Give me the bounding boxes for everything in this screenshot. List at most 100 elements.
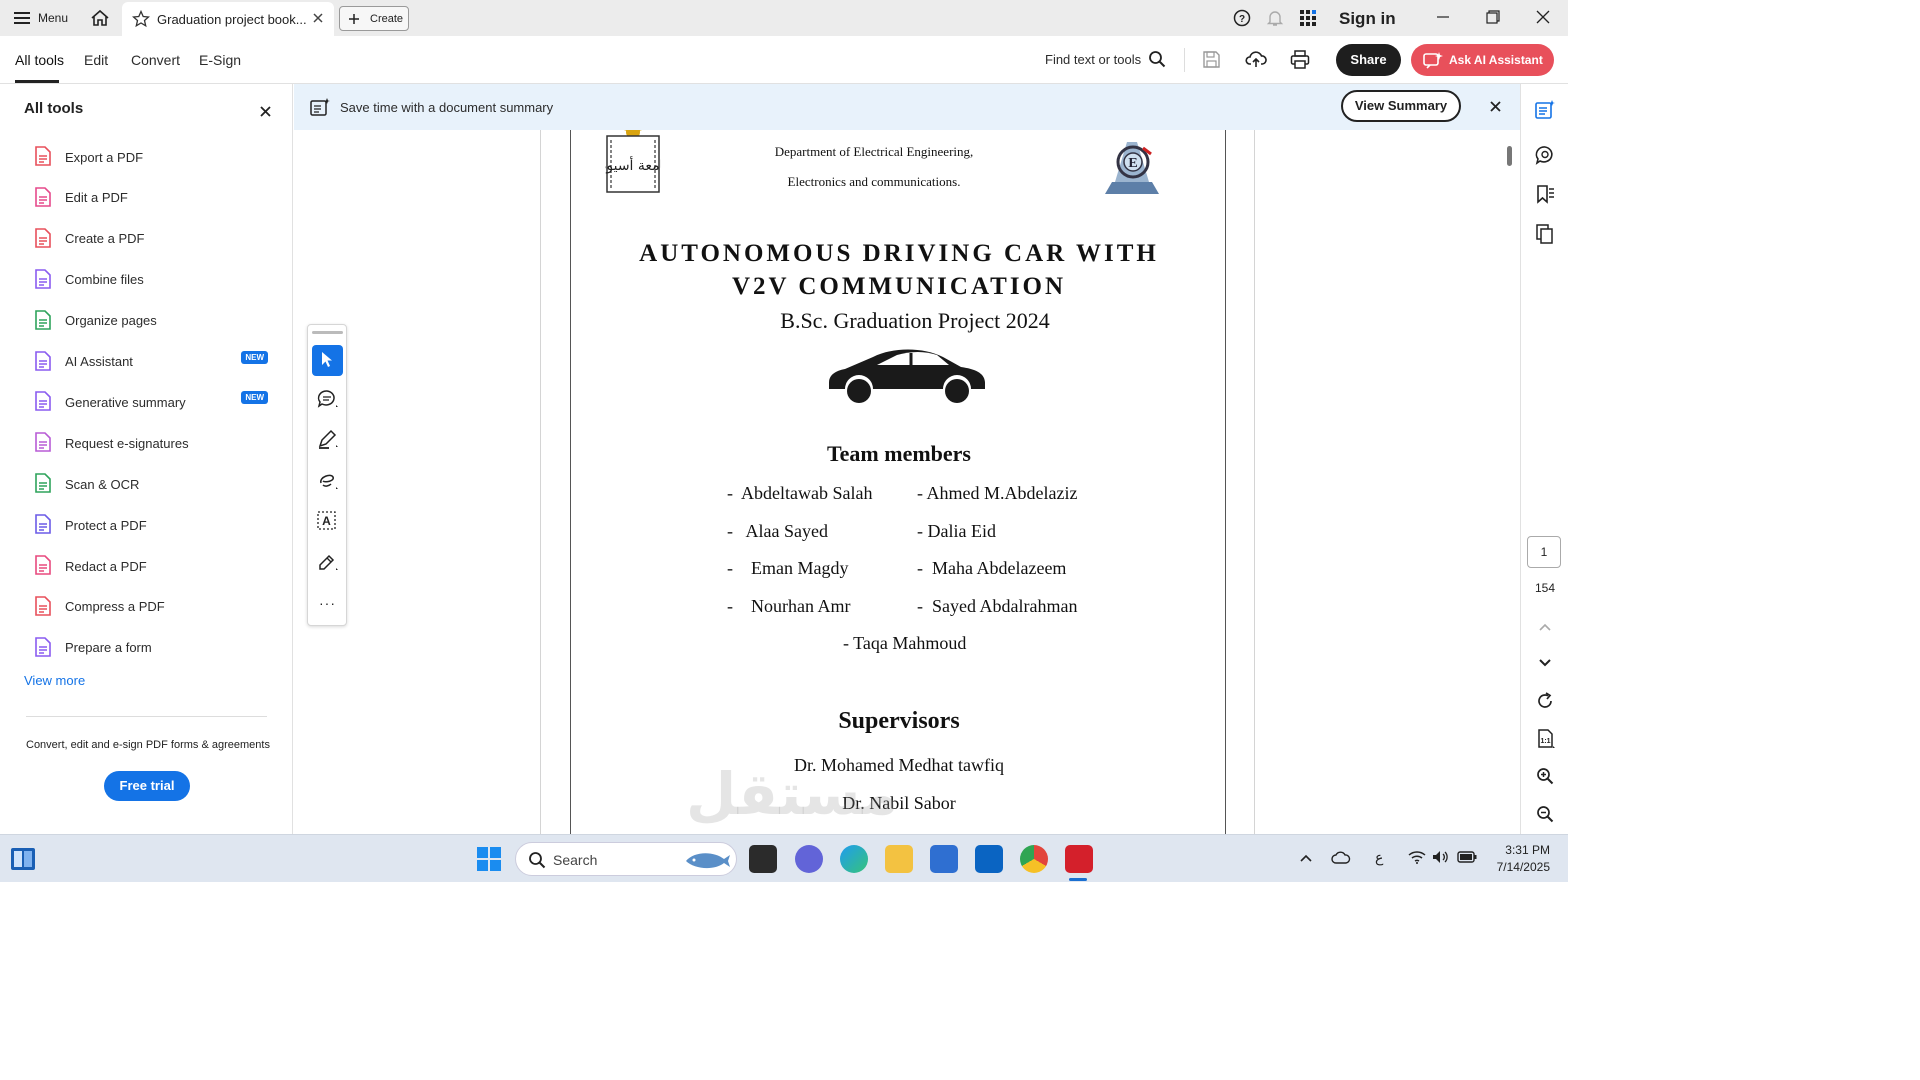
page-thumbnails-icon[interactable] bbox=[1535, 224, 1555, 244]
page-margin-right bbox=[1226, 130, 1255, 834]
rotate-icon[interactable] bbox=[1536, 692, 1554, 710]
sign-in-link[interactable]: Sign in bbox=[1339, 9, 1396, 29]
zoom-in-icon[interactable] bbox=[1536, 767, 1554, 785]
free-trial-button[interactable]: Free trial bbox=[104, 771, 190, 801]
star-icon[interactable] bbox=[132, 10, 150, 28]
close-panel-icon[interactable] bbox=[260, 106, 271, 117]
tool-item[interactable]: AI Assistant NEW bbox=[24, 345, 274, 379]
tab-edit[interactable]: Edit bbox=[84, 52, 108, 68]
fit-page-icon[interactable]: 1:1 bbox=[1536, 729, 1556, 749]
tool-item[interactable]: Export a PDF bbox=[24, 140, 274, 174]
freehand-draw-icon[interactable] bbox=[317, 471, 339, 491]
summary-icon bbox=[310, 98, 330, 116]
document-tab[interactable]: Graduation project book... bbox=[122, 2, 334, 36]
clock-time[interactable]: 3:31 PM bbox=[1480, 843, 1550, 857]
dept-line-1: Department of Electrical Engineering, bbox=[774, 144, 974, 159]
page-number-input[interactable]: 1 bbox=[1527, 536, 1561, 568]
member-name: - Abdeltawab Salah bbox=[727, 483, 873, 503]
file-explorer-dark-icon[interactable] bbox=[749, 845, 777, 873]
taskbar-search-box[interactable]: Search bbox=[515, 842, 737, 876]
create-button[interactable]: Create bbox=[339, 6, 409, 31]
restore-icon[interactable] bbox=[1486, 10, 1500, 24]
svg-text:1:1: 1:1 bbox=[1540, 738, 1550, 745]
tool-item[interactable]: Prepare a form bbox=[24, 631, 274, 665]
hamburger-menu-icon[interactable] bbox=[14, 11, 30, 25]
menu-label[interactable]: Menu bbox=[38, 11, 68, 25]
select-tool-button[interactable] bbox=[312, 345, 343, 376]
volume-icon[interactable] bbox=[1432, 850, 1450, 864]
pdf-page: جامعة أسيوط Department of Electrical Eng… bbox=[570, 130, 1226, 834]
save-icon[interactable] bbox=[1202, 50, 1221, 69]
generative-summary-icon[interactable] bbox=[1535, 100, 1555, 120]
apps-grid-icon[interactable] bbox=[1299, 9, 1317, 27]
highlight-pen-icon[interactable] bbox=[317, 429, 339, 449]
chevron-down-icon[interactable] bbox=[1538, 658, 1552, 668]
acrobat-icon[interactable] bbox=[1065, 845, 1093, 873]
minimize-icon[interactable] bbox=[1436, 10, 1450, 24]
tool-item-label: Export a PDF bbox=[65, 149, 144, 165]
comment-tool-icon[interactable] bbox=[317, 389, 339, 409]
zoom-out-icon[interactable] bbox=[1536, 805, 1554, 823]
show-hidden-icons-chevron-icon[interactable] bbox=[1299, 853, 1313, 863]
tool-item[interactable]: Redact a PDF bbox=[24, 549, 274, 583]
help-icon[interactable]: ? bbox=[1233, 9, 1251, 27]
all-tools-panel: All tools Export a PDF Edit a PDF Create a… bbox=[0, 84, 293, 834]
ai-sparkle-icon bbox=[1423, 51, 1443, 69]
tab-all-tools[interactable]: All tools bbox=[15, 52, 64, 68]
tool-item[interactable]: Organize pages bbox=[24, 304, 274, 338]
chevron-up-icon[interactable] bbox=[1538, 622, 1552, 632]
teams-chat-icon[interactable] bbox=[795, 845, 823, 873]
tool-item[interactable]: Edit a PDF bbox=[24, 181, 274, 215]
tool-item[interactable]: Create a PDF bbox=[24, 222, 274, 256]
clock-date[interactable]: 7/14/2025 bbox=[1480, 860, 1550, 874]
microsoft-store-icon[interactable] bbox=[930, 845, 958, 873]
drag-handle[interactable] bbox=[312, 331, 343, 334]
edge-browser-icon[interactable] bbox=[840, 845, 868, 873]
comments-icon[interactable] bbox=[1535, 145, 1555, 165]
tab-e-sign[interactable]: E-Sign bbox=[199, 52, 241, 68]
find-text-label[interactable]: Find text or tools bbox=[1045, 52, 1141, 67]
view-summary-button[interactable]: View Summary bbox=[1341, 90, 1461, 122]
close-banner-icon[interactable] bbox=[1490, 101, 1501, 112]
close-window-icon[interactable] bbox=[1536, 10, 1550, 24]
bell-icon[interactable] bbox=[1266, 9, 1284, 27]
tab-convert[interactable]: Convert bbox=[131, 52, 180, 68]
battery-icon[interactable] bbox=[1457, 851, 1477, 863]
input-language-indicator[interactable]: ع bbox=[1375, 849, 1383, 866]
tool-item[interactable]: Request e-signatures bbox=[24, 426, 274, 460]
upload-cloud-icon[interactable] bbox=[1245, 49, 1267, 69]
tool-item[interactable]: Protect a PDF bbox=[24, 508, 274, 542]
member-name: - Taqa Mahmoud bbox=[843, 633, 967, 653]
quick-tools-bar: A ··· bbox=[307, 324, 347, 626]
print-icon[interactable] bbox=[1290, 50, 1310, 69]
tool-item[interactable]: Scan & OCR bbox=[24, 467, 274, 501]
member-name: - Nourhan Amr bbox=[727, 596, 851, 616]
wifi-icon[interactable] bbox=[1408, 850, 1426, 864]
watermark: مستقل bbox=[686, 760, 899, 828]
widgets-icon[interactable] bbox=[10, 847, 36, 871]
text-box-icon[interactable]: A bbox=[317, 511, 339, 531]
file-explorer-icon[interactable] bbox=[885, 845, 913, 873]
taskbar-search-icon bbox=[528, 851, 546, 869]
tool-item[interactable]: Compress a PDF bbox=[24, 590, 274, 624]
view-more-link[interactable]: View more bbox=[24, 673, 85, 688]
document-viewer[interactable]: A ··· جامعة أسيوط Department of Electric… bbox=[294, 130, 1520, 834]
tool-item-label: Compress a PDF bbox=[65, 599, 165, 615]
bookmarks-icon[interactable] bbox=[1535, 184, 1555, 204]
ask-ai-assistant-button[interactable]: Ask AI Assistant bbox=[1411, 44, 1554, 76]
tool-item-label: Create a PDF bbox=[65, 231, 145, 247]
close-tab-icon[interactable] bbox=[312, 12, 324, 24]
onedrive-cloud-icon[interactable] bbox=[1331, 851, 1351, 865]
home-icon[interactable] bbox=[90, 9, 110, 27]
sign-pen-icon[interactable] bbox=[317, 552, 339, 572]
plus-icon bbox=[348, 13, 360, 25]
chrome-icon[interactable] bbox=[1020, 845, 1048, 873]
outlook-icon[interactable] bbox=[975, 845, 1003, 873]
tool-item[interactable]: Generative summary NEW bbox=[24, 385, 274, 419]
vertical-scrollbar[interactable] bbox=[1507, 146, 1512, 166]
search-icon[interactable] bbox=[1148, 50, 1166, 68]
start-windows-icon[interactable] bbox=[477, 847, 501, 871]
share-button[interactable]: Share bbox=[1336, 44, 1401, 76]
tool-item[interactable]: Combine files bbox=[24, 263, 274, 297]
more-tools-icon[interactable]: ··· bbox=[319, 595, 336, 611]
